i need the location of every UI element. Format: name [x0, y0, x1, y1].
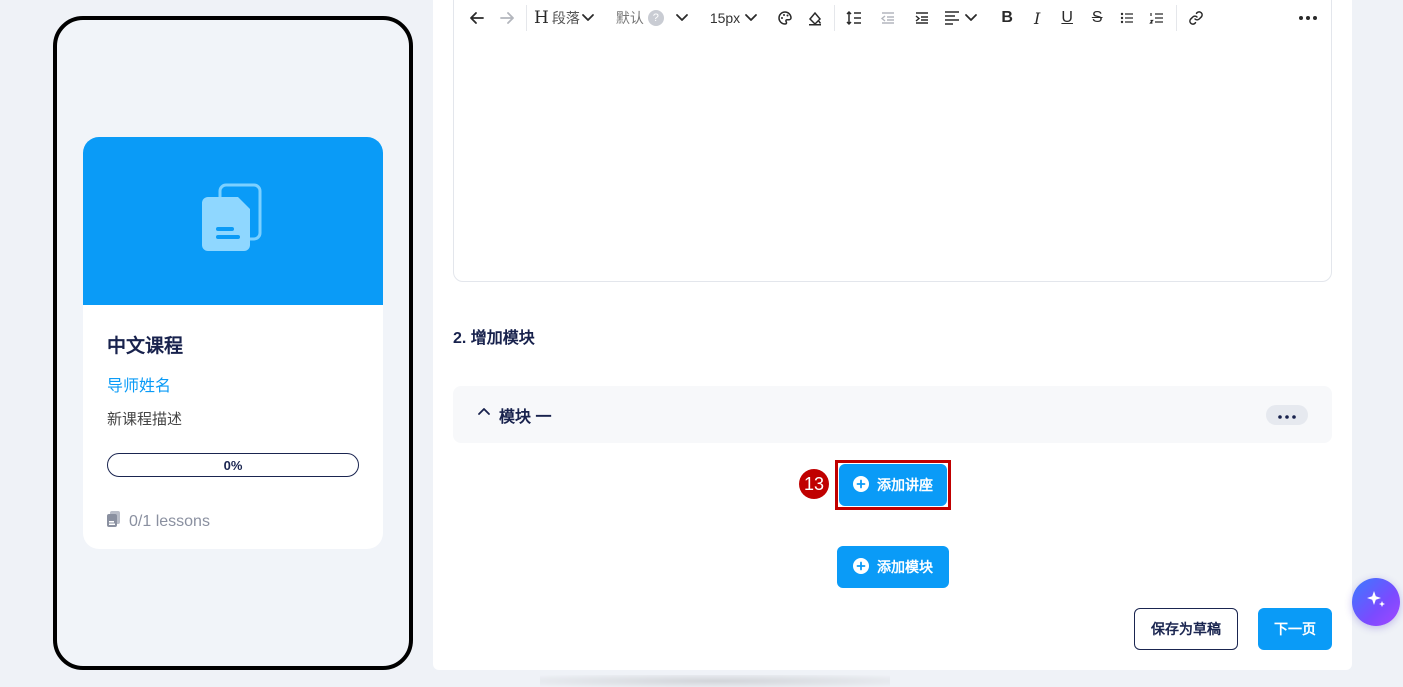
rich-text-editor[interactable]: H 段落 默认 ? 15px B I U S	[453, 0, 1332, 282]
indent-icon[interactable]	[907, 3, 937, 33]
add-lecture-label: 添加讲座	[877, 477, 933, 493]
editor-toolbar: H 段落 默认 ? 15px B I U S	[454, 0, 1331, 37]
palette-icon[interactable]	[770, 3, 800, 33]
add-module-label: 添加模块	[877, 559, 933, 575]
bullet-list-icon[interactable]	[1112, 3, 1142, 33]
add-module-button[interactable]: 添加模块	[837, 546, 949, 588]
underline-button[interactable]: U	[1052, 3, 1082, 33]
course-description: 新课程描述	[107, 411, 183, 428]
italic-icon: I	[1034, 8, 1041, 28]
toolbar-divider	[526, 5, 527, 31]
add-lecture-button[interactable]: 添加讲座	[839, 464, 947, 506]
mobile-preview-frame: 中文课程 导师姓名 新课程描述 0% 0/1 lessons	[53, 16, 413, 670]
font-family-dropdown[interactable]: 默认 ?	[613, 3, 693, 33]
bold-icon: B	[1001, 9, 1013, 26]
more-options-icon[interactable]	[1293, 3, 1323, 33]
module-name: 模块 一	[499, 408, 552, 426]
save-draft-button[interactable]: 保存为草稿	[1134, 608, 1238, 650]
teacher-name: 导师姓名	[107, 378, 172, 395]
align-left-icon	[944, 9, 960, 28]
progress-bar: 0%	[107, 453, 359, 477]
outdent-icon[interactable]	[873, 3, 903, 33]
font-size-label: 15px	[709, 10, 741, 26]
highlight-color-icon[interactable]	[800, 3, 830, 33]
next-page-button[interactable]: 下一页	[1258, 608, 1332, 650]
progress-label: 0%	[223, 457, 243, 473]
module-header[interactable]: 模块 一	[453, 386, 1332, 443]
ai-assistant-button[interactable]	[1352, 578, 1400, 626]
plus-circle-icon	[853, 475, 869, 495]
heading-dropdown[interactable]: H 段落	[531, 3, 599, 33]
font-label: 默认	[615, 10, 644, 26]
numbered-list-icon[interactable]	[1142, 3, 1172, 33]
line-height-icon[interactable]	[839, 3, 869, 33]
link-icon[interactable]	[1181, 3, 1211, 33]
toolbar-divider	[834, 5, 836, 31]
undo-icon[interactable]	[462, 3, 492, 33]
lessons-label: 0/1 lessons	[129, 512, 210, 530]
course-editor-panel: H 段落 默认 ? 15px B I U S 2. 增加模块 模块 一 13 添…	[433, 0, 1352, 670]
redo-icon[interactable]	[492, 3, 522, 33]
chevron-up-icon[interactable]	[477, 405, 491, 424]
underline-icon: U	[1061, 9, 1073, 26]
course-card-body: 中文课程 导师姓名 新课程描述 0% 0/1 lessons	[83, 305, 383, 549]
course-title: 中文课程	[107, 336, 184, 357]
chevron-down-icon	[963, 9, 979, 28]
sparkle-icon	[1364, 588, 1388, 617]
chevron-down-icon	[674, 9, 690, 28]
toolbar-divider	[1176, 5, 1178, 31]
section-title: 2. 增加模块	[453, 330, 535, 347]
module-title-group: 模块 一	[477, 403, 551, 427]
step-badge: 13	[799, 469, 829, 499]
plus-circle-icon	[853, 557, 869, 577]
heading-icon: H	[534, 8, 549, 28]
strikethrough-button[interactable]: S	[1082, 3, 1112, 33]
chevron-down-icon	[580, 9, 596, 28]
course-card: 中文课程 导师姓名 新课程描述 0% 0/1 lessons	[83, 137, 383, 549]
align-dropdown[interactable]	[941, 3, 982, 33]
italic-button[interactable]: I	[1022, 3, 1052, 33]
heading-label: 段落	[551, 10, 580, 26]
font-size-dropdown[interactable]: 15px	[707, 3, 762, 33]
more-icon	[1278, 406, 1296, 424]
document-icon	[202, 183, 264, 260]
panel-shadow	[540, 675, 890, 687]
strikethrough-icon: S	[1091, 9, 1103, 26]
course-cover	[83, 137, 383, 305]
module-more-button[interactable]	[1266, 404, 1308, 425]
lessons-count: 0/1 lessons	[107, 511, 359, 532]
chevron-down-icon	[743, 9, 759, 28]
bold-button[interactable]: B	[992, 3, 1022, 33]
help-icon: ?	[647, 10, 664, 26]
lesson-file-icon	[107, 511, 121, 532]
